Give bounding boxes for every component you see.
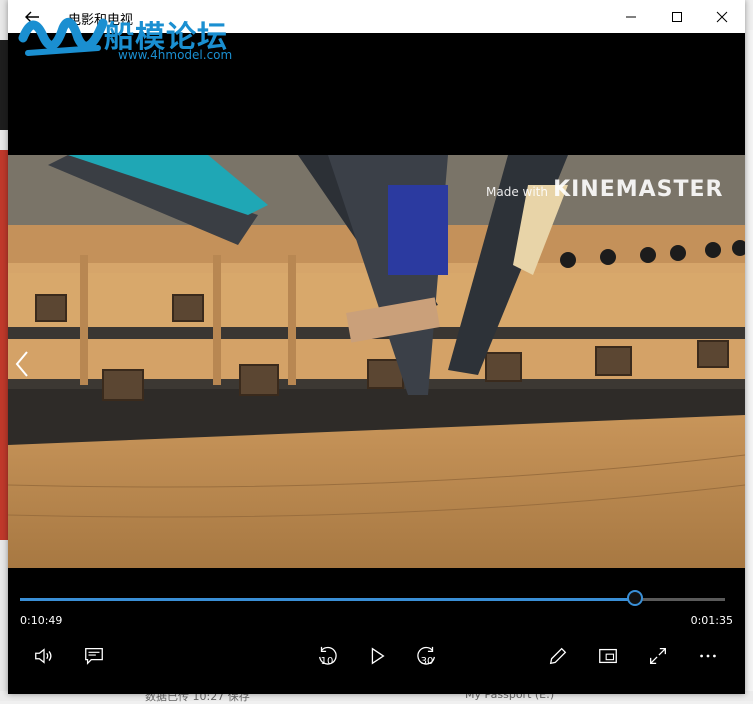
maximize-button[interactable]: [654, 0, 700, 33]
video-frame[interactable]: Made with KINEMASTER: [8, 155, 745, 568]
skip-back-seconds: 10: [320, 656, 334, 667]
ship-model-scene: [8, 155, 745, 568]
maximize-icon: [672, 11, 682, 22]
seek-thumb[interactable]: [627, 590, 644, 606]
play-button[interactable]: [361, 643, 393, 669]
elapsed-time: 0:10:49: [20, 614, 63, 627]
forum-url: www.4hmodel.com: [118, 48, 233, 62]
fullscreen-button[interactable]: [642, 643, 674, 669]
forum-logo: 船模论坛 www.4hmodel.com: [18, 8, 248, 63]
volume-button[interactable]: [28, 643, 60, 669]
previous-button[interactable]: [14, 350, 30, 385]
skip-forward-seconds: 30: [420, 656, 434, 667]
play-icon: [371, 647, 385, 665]
skip-back-button[interactable]: 10: [311, 643, 343, 669]
seek-bar[interactable]: [20, 590, 725, 606]
subtitles-button[interactable]: [78, 643, 110, 669]
minimize-button[interactable]: [608, 0, 654, 33]
close-icon: [716, 11, 728, 22]
mini-view-icon: [599, 648, 617, 664]
more-button[interactable]: [692, 643, 724, 669]
fullscreen-icon: [650, 648, 666, 664]
kinemaster-brand: KINEMASTER: [553, 177, 724, 202]
close-button[interactable]: [699, 0, 745, 33]
mini-view-button[interactable]: [592, 643, 624, 669]
kinemaster-watermark: Made with KINEMASTER: [486, 177, 724, 202]
pencil-icon: [549, 647, 567, 665]
edit-button[interactable]: [542, 643, 574, 669]
subtitles-icon: [85, 648, 103, 665]
logo-signature-mark: [18, 17, 108, 56]
movies-tv-window: 电影和电视 Made with KINEMASTER 船模论坛 www.4hmo…: [8, 0, 745, 694]
remaining-time: 0:01:35: [690, 614, 733, 627]
more-icon: [700, 654, 716, 658]
chevron-left-icon: [15, 351, 28, 377]
minimize-icon: [626, 16, 636, 17]
made-with-text: Made with: [486, 185, 548, 199]
volume-icon: [35, 648, 52, 664]
skip-forward-button[interactable]: 30: [411, 643, 443, 669]
seek-progress: [20, 598, 636, 601]
